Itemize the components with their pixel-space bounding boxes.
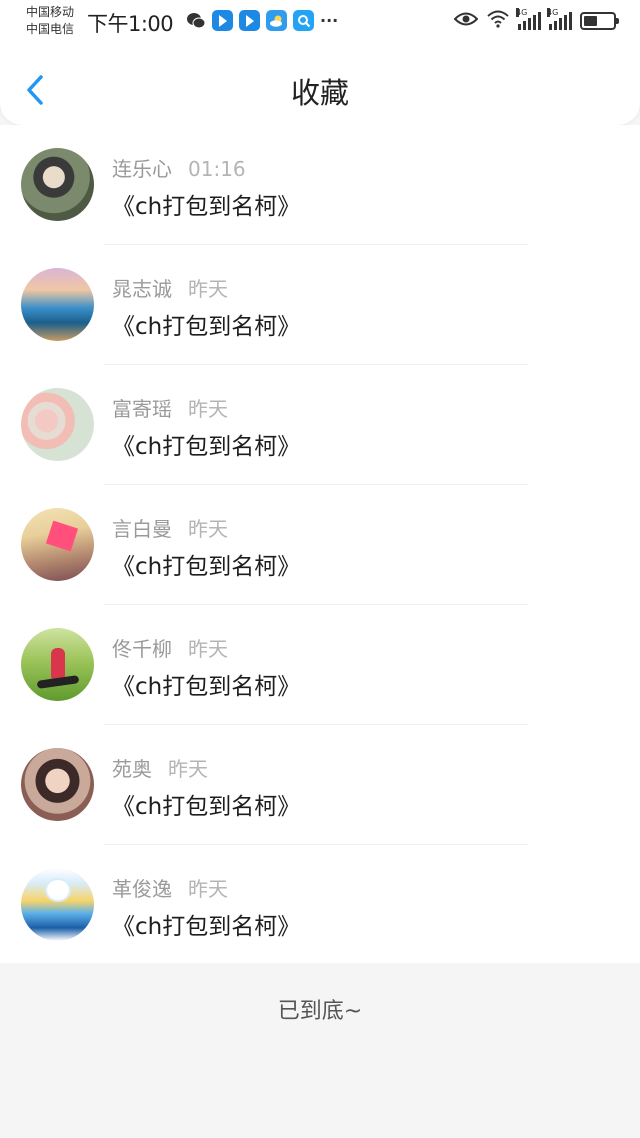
user-name: 富寄瑶 — [112, 397, 172, 421]
user-name: 晁志诚 — [112, 277, 172, 301]
user-name: 连乐心 — [112, 157, 172, 181]
signal-strength-icon: 4G — [547, 8, 572, 30]
app-notification-icon — [239, 10, 260, 31]
list-item[interactable]: 佟千柳 昨天 《ch打包到名柯》 — [0, 605, 640, 725]
page-title: 收藏 — [290, 76, 349, 110]
end-of-list-text: 已到底~ — [277, 999, 363, 1024]
avatar — [21, 268, 94, 341]
item-text: 《ch打包到名柯》 — [112, 914, 301, 940]
wifi-icon — [486, 10, 510, 32]
item-text: 《ch打包到名柯》 — [112, 794, 301, 820]
item-time: 昨天 — [188, 517, 228, 541]
avatar — [21, 868, 94, 941]
carrier-1: 中国移动 — [26, 5, 75, 19]
notification-icons: ··· — [185, 10, 338, 31]
avatar — [21, 508, 94, 581]
item-text: 《ch打包到名柯》 — [112, 314, 301, 340]
app-notification-icon — [212, 10, 233, 31]
weather-icon — [266, 10, 287, 31]
item-time: 昨天 — [188, 877, 228, 901]
battery-level — [584, 16, 597, 26]
list-footer: 已到底~ — [0, 963, 640, 1138]
item-time: 01:16 — [188, 157, 246, 181]
eye-icon — [453, 11, 479, 31]
item-text: 《ch打包到名柯》 — [112, 674, 301, 700]
item-time: 昨天 — [188, 397, 228, 421]
list-item[interactable]: 言白曼 昨天 《ch打包到名柯》 — [0, 485, 640, 605]
avatar — [21, 628, 94, 701]
user-name: 言白曼 — [112, 517, 172, 541]
cartoon-face-image — [45, 878, 71, 902]
carrier-2: 中国电信 — [26, 22, 75, 36]
user-name: 苑奥 — [112, 757, 152, 781]
list-item[interactable]: 晁志诚 昨天 《ch打包到名柯》 — [0, 245, 640, 365]
avatar — [21, 148, 94, 221]
item-time: 昨天 — [188, 277, 228, 301]
list-item[interactable]: 革俊逸 昨天 《ch打包到名柯》 — [0, 845, 640, 965]
sticky-note-image — [45, 520, 79, 552]
network-type-label: 4G — [516, 8, 528, 17]
user-name: 佟千柳 — [112, 637, 172, 661]
battery-icon — [580, 12, 619, 30]
figure-image — [36, 675, 80, 689]
search-app-icon — [293, 10, 314, 31]
network-type-label: 4G — [547, 8, 559, 17]
list-item[interactable]: 富寄瑶 昨天 《ch打包到名柯》 — [0, 365, 640, 485]
user-name: 革俊逸 — [112, 877, 172, 901]
item-text: 《ch打包到名柯》 — [112, 554, 301, 580]
status-time: 下午1:00 — [87, 12, 174, 36]
header-card: 中国移动 中国电信 下午1:00 ··· 4G 4G 收藏 — [0, 0, 640, 125]
list-item[interactable]: 连乐心 01:16 《ch打包到名柯》 — [0, 125, 640, 245]
item-text: 《ch打包到名柯》 — [112, 194, 301, 220]
item-time: 昨天 — [168, 757, 208, 781]
more-notifications-icon: ··· — [320, 11, 339, 30]
system-status: 4G 4G — [453, 8, 619, 32]
avatar — [21, 388, 94, 461]
status-bar: 中国移动 中国电信 下午1:00 ··· 4G 4G — [0, 0, 640, 44]
favorites-list: 连乐心 01:16 《ch打包到名柯》 晁志诚 昨天 《ch打包到名柯》 富寄瑶 昨天… — [0, 125, 640, 965]
screen: 中国移动 中国电信 下午1:00 ··· 4G 4G 收藏 连乐心 01:16 … — [0, 0, 640, 1138]
item-time: 昨天 — [188, 637, 228, 661]
carrier-info: 中国移动 中国电信 — [26, 4, 74, 38]
wechat-icon — [185, 10, 206, 31]
item-text: 《ch打包到名柯》 — [112, 434, 301, 460]
list-item[interactable]: 苑奥 昨天 《ch打包到名柯》 — [0, 725, 640, 845]
avatar — [21, 748, 94, 821]
signal-strength-icon: 4G — [516, 8, 541, 30]
